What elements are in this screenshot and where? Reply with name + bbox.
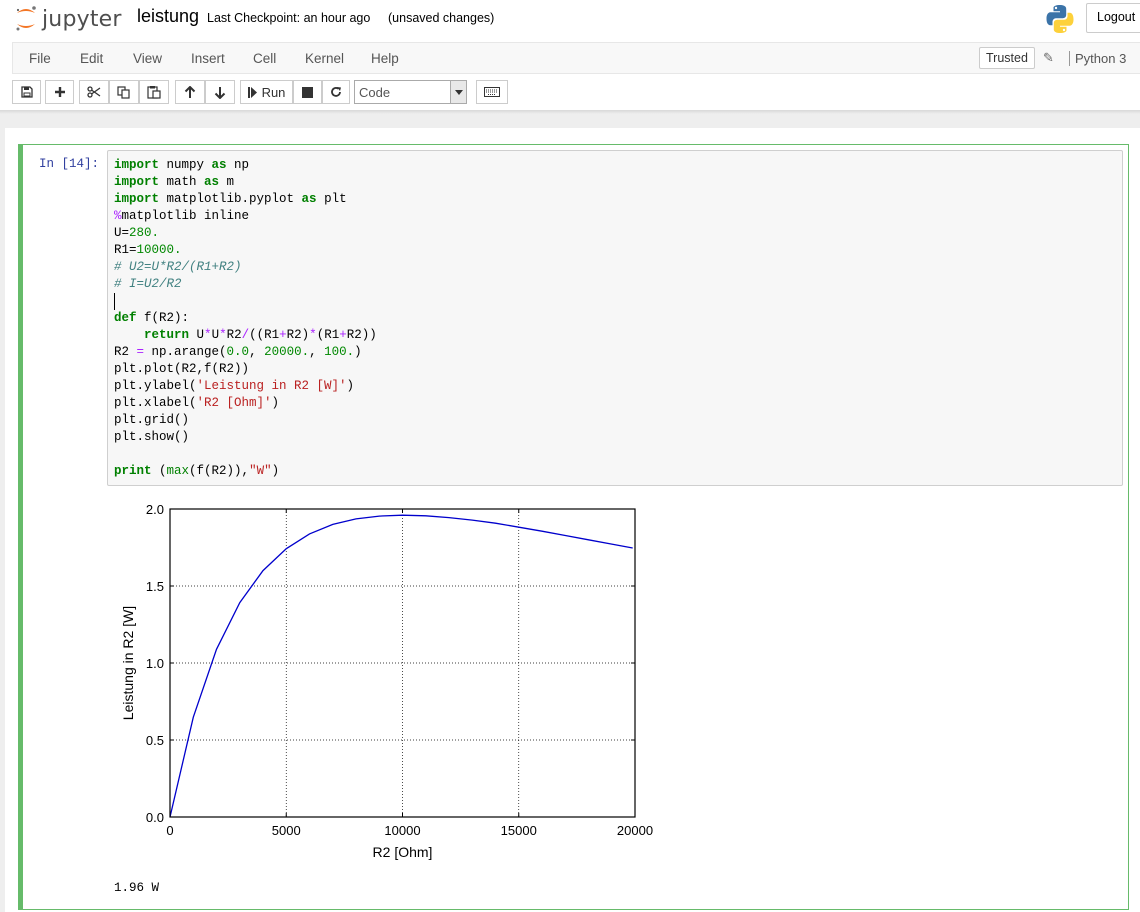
jupyter-logo-icon xyxy=(16,6,36,31)
save-button[interactable] xyxy=(12,80,41,104)
y-tick-label: 2.0 xyxy=(146,502,164,517)
checkpoint-status: Last Checkpoint: an hour ago xyxy=(207,11,371,25)
edit-mode-pencil-icon: ✎ xyxy=(1043,50,1054,65)
input-prompt: In [14]: xyxy=(39,157,100,171)
arrow-down-icon xyxy=(214,86,226,99)
x-tick-label: 10000 xyxy=(384,823,420,838)
menu-insert[interactable]: Insert xyxy=(191,51,225,66)
run-button[interactable]: Run xyxy=(240,80,293,104)
notebook-name[interactable]: leistung xyxy=(137,6,199,27)
keyboard-icon xyxy=(484,87,500,97)
trusted-indicator[interactable]: Trusted xyxy=(979,47,1035,69)
arrow-up-icon xyxy=(184,85,196,98)
run-label: Run xyxy=(261,84,286,100)
scissors-icon xyxy=(87,86,101,98)
code-content: import numpy as np import math as m impo… xyxy=(114,158,377,478)
output-plot: 0 5000 10000 15000 20000 0.0 0.5 1.0 1.5 2.0 R2 [O… xyxy=(120,502,653,860)
y-tick-label: 0.5 xyxy=(146,733,164,748)
logo-text: jupyter xyxy=(42,6,122,32)
x-tick-label: 5000 xyxy=(272,823,301,838)
menu-cell[interactable]: Cell xyxy=(253,51,276,66)
insert-cell-button[interactable] xyxy=(45,80,74,104)
copy-button[interactable] xyxy=(109,80,139,104)
menu-view[interactable]: View xyxy=(133,51,162,66)
y-tick-label: 1.5 xyxy=(146,579,164,594)
output-text: 1.96 W xyxy=(114,881,160,895)
command-palette-button[interactable] xyxy=(476,80,508,104)
python-logo-icon xyxy=(1046,5,1074,33)
x-tick-label: 0 xyxy=(166,823,173,838)
menu-file[interactable]: File xyxy=(29,51,51,66)
menu-kernel[interactable]: Kernel xyxy=(305,51,344,66)
text-cursor xyxy=(114,293,115,310)
y-tick-label: 0.0 xyxy=(146,810,164,825)
y-tick-label: 1.0 xyxy=(146,656,164,671)
move-up-button[interactable] xyxy=(175,80,205,104)
menu-edit[interactable]: Edit xyxy=(80,51,103,66)
interrupt-button[interactable] xyxy=(293,80,322,104)
cell-type-value: Code xyxy=(359,85,391,100)
stop-icon xyxy=(302,86,313,98)
toolbar: Run Code xyxy=(0,78,1140,108)
copy-icon xyxy=(117,85,130,99)
x-axis-label: R2 [Ohm] xyxy=(373,844,433,860)
menubar: File Edit View Insert Cell Kernel Help T… xyxy=(12,42,1140,74)
header: jupyter leistung Last Checkpoint: an hou… xyxy=(0,0,1140,110)
dropdown-arrow-icon xyxy=(450,81,466,103)
paste-button[interactable] xyxy=(139,80,169,104)
plus-icon xyxy=(54,87,65,97)
y-axis-label: Leistung in R2 [W] xyxy=(120,606,136,720)
step-forward-icon xyxy=(247,86,257,98)
cut-button[interactable] xyxy=(79,80,109,104)
save-icon xyxy=(20,86,33,98)
cell-type-select[interactable]: Code xyxy=(354,80,467,104)
x-tick-label: 20000 xyxy=(617,823,653,838)
save-status: (unsaved changes) xyxy=(388,11,495,25)
logout-button[interactable]: Logout xyxy=(1086,3,1140,33)
menu-help[interactable]: Help xyxy=(371,51,399,66)
x-tick-label: 15000 xyxy=(501,823,537,838)
move-down-button[interactable] xyxy=(205,80,235,104)
refresh-icon xyxy=(331,87,341,97)
kernel-name: Python 3 xyxy=(1069,51,1126,66)
header-shadow xyxy=(0,110,1140,114)
paste-icon xyxy=(147,86,161,99)
jupyter-logo[interactable]: jupyter xyxy=(14,3,122,35)
header-top: jupyter leistung Last Checkpoint: an hou… xyxy=(0,0,1140,42)
restart-button[interactable] xyxy=(322,80,350,104)
